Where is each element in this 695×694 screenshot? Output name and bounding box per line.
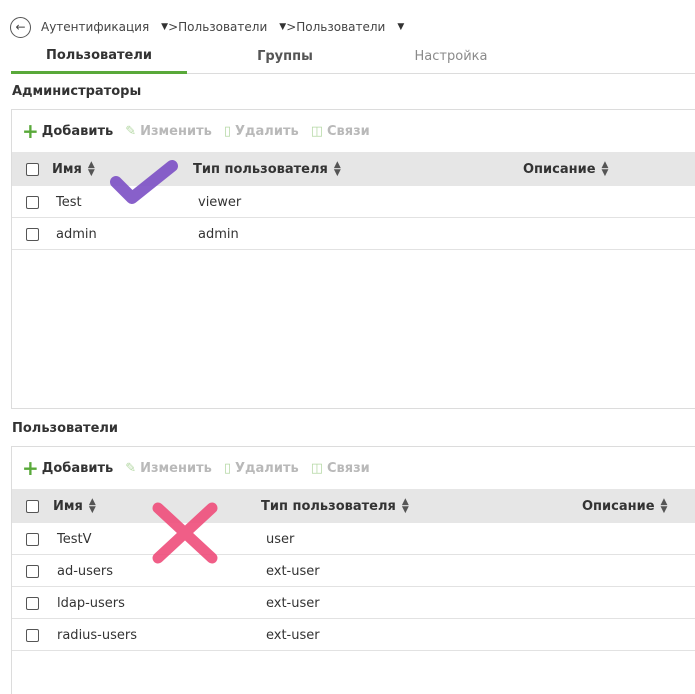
admins-toolbar: + Добавить ✎ Изменить ▯ Удалить ◫ Связи	[12, 110, 695, 152]
add-label: Добавить	[41, 460, 114, 476]
tab-settings[interactable]: Настройка	[373, 40, 529, 73]
sort-icon[interactable]: ▲ ▼	[661, 497, 668, 514]
table-row[interactable]: TestV user	[12, 523, 695, 555]
tab-bar: Пользователи Группы Настройка	[11, 40, 695, 74]
tab-groups[interactable]: Группы	[197, 40, 373, 73]
users-table-header: Имя ▲ ▼ Тип пользователя ▲ ▼ Описание ▲ ▼	[12, 489, 695, 523]
cell-type: admin	[198, 226, 239, 242]
cell-type: ext-user	[266, 627, 320, 643]
plus-icon: +	[22, 456, 39, 480]
breadcrumb: ← Аутентификация ▼ > Пользователи ▼ > По…	[10, 16, 404, 38]
cell-name: Test	[56, 194, 82, 210]
users-toolbar: + Добавить ✎ Изменить ▯ Удалить ◫ Связи	[12, 447, 695, 489]
caret-down-icon[interactable]: ▼	[397, 22, 404, 32]
breadcrumb-separator: >	[286, 20, 297, 34]
edit-label: Изменить	[140, 460, 212, 476]
column-description-header[interactable]: Описание ▲ ▼	[523, 152, 608, 186]
add-button[interactable]: + Добавить	[22, 458, 113, 478]
table-row[interactable]: admin admin	[12, 218, 695, 250]
links-button[interactable]: ◫ Связи	[311, 124, 370, 139]
column-name-label: Имя	[53, 498, 83, 514]
delete-label: Удалить	[235, 460, 299, 476]
links-button[interactable]: ◫ Связи	[311, 461, 370, 476]
breadcrumb-item-users-current[interactable]: Пользователи ▼	[296, 20, 404, 34]
sort-icon[interactable]: ▲ ▼	[402, 497, 409, 514]
row-checkbox[interactable]	[26, 619, 39, 651]
column-type-label: Тип пользователя	[261, 498, 396, 514]
links-icon: ◫	[310, 123, 323, 139]
admins-panel: + Добавить ✎ Изменить ▯ Удалить ◫ Связи …	[11, 109, 695, 409]
table-row[interactable]: Test viewer	[12, 186, 695, 218]
row-checkbox[interactable]	[26, 587, 39, 619]
column-type-header[interactable]: Тип пользователя ▲ ▼	[193, 152, 341, 186]
column-description-label: Описание	[523, 161, 596, 177]
row-checkbox[interactable]	[26, 523, 39, 555]
column-type-label: Тип пользователя	[193, 161, 328, 177]
row-checkbox[interactable]	[26, 186, 39, 218]
table-row[interactable]: radius-users ext-user	[12, 619, 695, 651]
table-row[interactable]: ldap-users ext-user	[12, 587, 695, 619]
caret-down-icon[interactable]: ▼	[279, 22, 286, 32]
edit-button[interactable]: ✎ Изменить	[125, 461, 212, 476]
row-checkbox[interactable]	[26, 218, 39, 250]
cell-name: ldap-users	[57, 595, 125, 611]
cell-type: ext-user	[266, 563, 320, 579]
column-name-header[interactable]: Имя ▲ ▼	[52, 152, 95, 186]
cell-type: user	[266, 531, 295, 547]
admins-table-header: Имя ▲ ▼ Тип пользователя ▲ ▼ Описание ▲ ▼	[12, 152, 695, 186]
column-description-label: Описание	[582, 498, 655, 514]
pencil-icon: ✎	[125, 460, 137, 476]
row-checkbox[interactable]	[26, 555, 39, 587]
trash-icon: ▯	[223, 123, 232, 139]
delete-button[interactable]: ▯ Удалить	[224, 124, 299, 139]
links-icon: ◫	[310, 460, 323, 476]
admins-section-title: Администраторы	[12, 84, 142, 99]
cell-name: admin	[56, 226, 97, 242]
cell-type: ext-user	[266, 595, 320, 611]
add-label: Добавить	[41, 123, 114, 139]
caret-down-icon[interactable]: ▼	[161, 22, 168, 32]
add-button[interactable]: + Добавить	[22, 121, 113, 141]
cell-name: ad-users	[57, 563, 114, 579]
cell-name: radius-users	[57, 627, 138, 643]
users-section-title: Пользователи	[12, 421, 119, 436]
cell-name: TestV	[57, 531, 92, 547]
sort-icon[interactable]: ▲ ▼	[88, 160, 95, 177]
tab-users[interactable]: Пользователи	[11, 40, 187, 74]
select-all-checkbox[interactable]	[26, 489, 39, 523]
links-label: Связи	[327, 123, 370, 139]
delete-button[interactable]: ▯ Удалить	[224, 461, 299, 476]
breadcrumb-item-authentication[interactable]: Аутентификация ▼	[41, 20, 168, 34]
sort-icon[interactable]: ▲ ▼	[602, 160, 609, 177]
cell-type: viewer	[198, 194, 242, 210]
sort-icon[interactable]: ▲ ▼	[334, 160, 341, 177]
delete-label: Удалить	[235, 123, 299, 139]
breadcrumb-label: Аутентификация	[41, 20, 150, 34]
column-name-label: Имя	[52, 161, 82, 177]
column-description-header[interactable]: Описание ▲ ▼	[582, 489, 667, 523]
breadcrumb-separator: >	[168, 20, 179, 34]
trash-icon: ▯	[223, 460, 232, 476]
back-arrow-icon[interactable]: ←	[10, 16, 31, 38]
breadcrumb-label: Пользователи	[296, 20, 386, 34]
users-panel: + Добавить ✎ Изменить ▯ Удалить ◫ Связи …	[11, 446, 695, 694]
breadcrumb-label: Пользователи	[178, 20, 268, 34]
edit-label: Изменить	[140, 123, 212, 139]
edit-button[interactable]: ✎ Изменить	[125, 124, 212, 139]
plus-icon: +	[22, 119, 39, 143]
pencil-icon: ✎	[125, 123, 137, 139]
breadcrumb-item-users[interactable]: Пользователи ▼	[178, 20, 286, 34]
column-name-header[interactable]: Имя ▲ ▼	[53, 489, 96, 523]
column-type-header[interactable]: Тип пользователя ▲ ▼	[261, 489, 409, 523]
table-row[interactable]: ad-users ext-user	[12, 555, 695, 587]
sort-icon[interactable]: ▲ ▼	[89, 497, 96, 514]
links-label: Связи	[327, 460, 370, 476]
select-all-checkbox[interactable]	[26, 152, 39, 186]
